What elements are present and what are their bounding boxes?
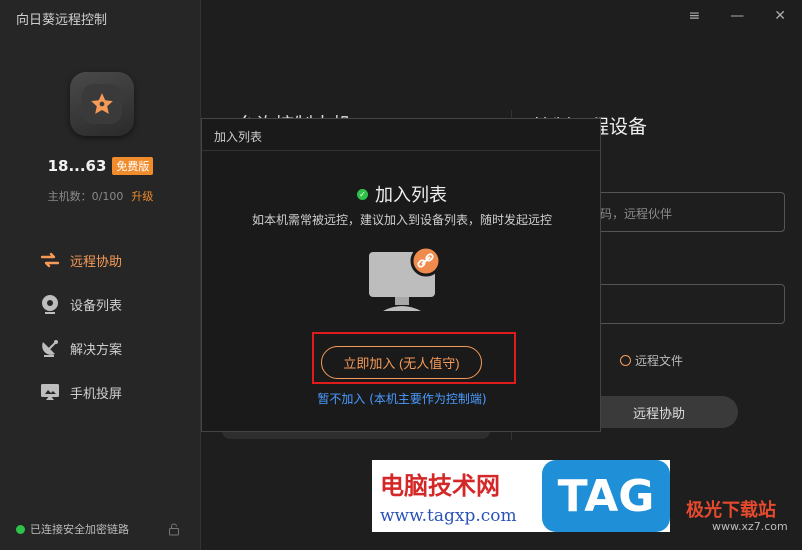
watermark-tag-logo: TAG [542, 460, 670, 532]
online-dot-icon [16, 524, 25, 534]
join-now-button[interactable]: 立即加入 (无人值守) [321, 346, 482, 379]
sidebar: 向日葵远程控制 18...63 免费版 主机数：0/100 升级 远程协助 设备… [0, 0, 201, 550]
window-controls: ≡ — ✕ [689, 8, 786, 24]
connection-status: 已连接安全加密链路 [16, 521, 129, 537]
sidebar-item-label: 远程协助 [70, 254, 123, 270]
minimize-icon[interactable]: — [730, 8, 744, 24]
sidebar-item-solution[interactable]: 解决方案 [40, 326, 122, 370]
dialog-description: 如本机需常被远控，建议加入到设备列表，随时发起远控 [251, 213, 552, 227]
watermark-site2: 极光下载站 [686, 500, 776, 521]
solution-icon [40, 338, 60, 358]
app-title: 向日葵远程控制 [16, 13, 108, 28]
user-info: 18...63 免费版 [0, 157, 201, 175]
dialog-header: 加入列表 [202, 119, 600, 151]
remote-file-option[interactable]: 远程文件 [620, 352, 683, 369]
sidebar-item-label: 手机投屏 [70, 386, 123, 402]
upgrade-link[interactable]: 升级 [131, 190, 153, 203]
lock-icon[interactable] [168, 521, 180, 540]
sidebar-item-screen-mirror[interactable]: 手机投屏 [40, 370, 122, 414]
close-icon[interactable]: ✕ [774, 8, 786, 24]
sidebar-item-label: 设备列表 [70, 298, 123, 314]
check-icon: ✓ [357, 188, 368, 200]
plan-badge[interactable]: 免费版 [112, 157, 154, 175]
avatar[interactable] [70, 72, 134, 136]
host-count-row: 主机数：0/100 升级 [0, 188, 201, 204]
remote-assist-button[interactable]: 远程协助 [580, 396, 738, 428]
dialog-title: ✓ 加入列表 [202, 181, 602, 207]
star-icon [82, 84, 122, 124]
monitor-link-icon [369, 245, 442, 323]
watermark-site-name: 电脑技术网 [380, 471, 500, 500]
dialog-title-text: 加入列表 [375, 185, 447, 206]
sidebar-item-device-list[interactable]: 设备列表 [40, 282, 122, 326]
watermark-site2-url: www.xz7.com [712, 520, 788, 533]
remote-assist-icon [40, 250, 60, 270]
join-list-dialog: 加入列表 ✓ 加入列表 如本机需常被远控，建议加入到设备列表，随时发起远控 立即… [201, 118, 601, 432]
radio-icon [620, 355, 631, 366]
user-id: 18...63 [47, 157, 107, 175]
sidebar-item-remote-assist[interactable]: 远程协助 [40, 238, 122, 282]
menu-icon[interactable]: ≡ [689, 8, 701, 24]
host-count: 主机数：0/100 [47, 190, 124, 203]
screen-mirror-icon [40, 382, 60, 402]
status-text: 已连接安全加密链路 [30, 523, 129, 536]
app-window: 向日葵远程控制 18...63 免费版 主机数：0/100 升级 远程协助 设备… [0, 0, 802, 550]
skip-join-link[interactable]: 暂不加入 (本机主要作为控制端) [202, 390, 602, 407]
remote-file-label: 远程文件 [635, 354, 684, 368]
device-list-icon [40, 294, 60, 314]
watermark-site-url: www.tagxp.com [380, 506, 517, 526]
sidebar-nav: 远程协助 设备列表 解决方案 手机投屏 [40, 238, 122, 414]
sidebar-item-label: 解决方案 [70, 342, 123, 358]
site-watermark: 电脑技术网 www.tagxp.com TAG [372, 460, 670, 532]
partner-id-placeholder: 码，远程伙伴 [600, 207, 673, 221]
